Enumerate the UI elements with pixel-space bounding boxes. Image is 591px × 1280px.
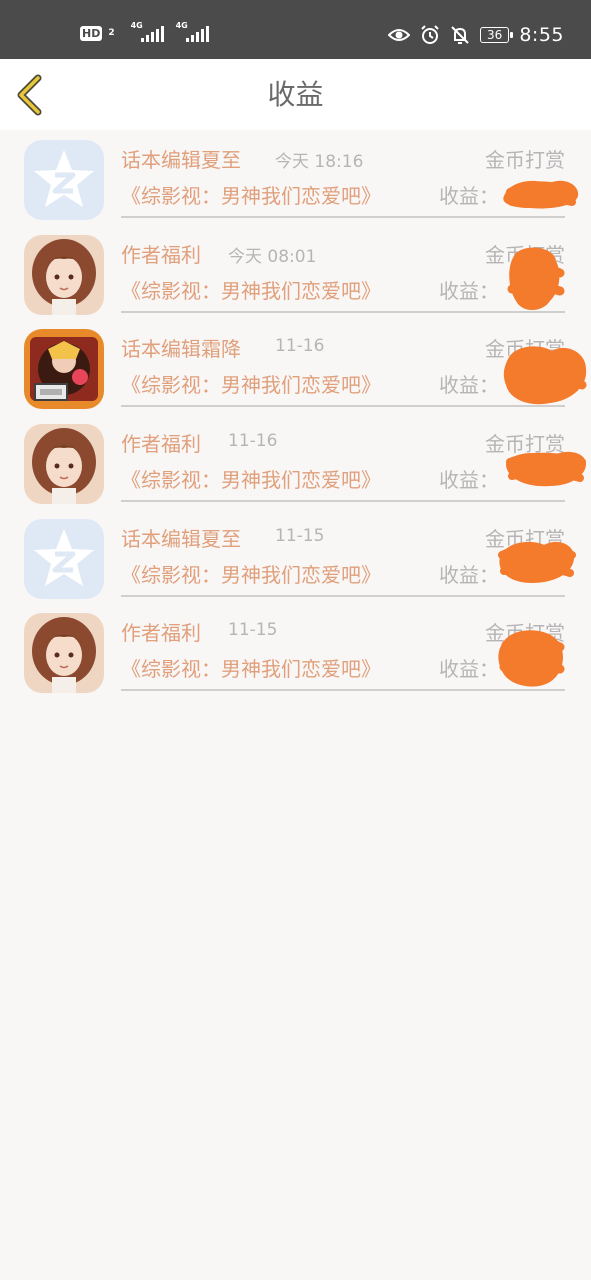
alarm-icon — [421, 25, 439, 44]
redaction-scribble — [498, 541, 576, 583]
row-divider — [121, 405, 565, 408]
row-divider — [121, 594, 565, 597]
hd-voice-sim-number: 2 — [108, 28, 115, 38]
redaction-scribble — [506, 451, 586, 487]
income-record[interactable]: 话本编辑夏至 今天 18:16 金币打赏 《综影视：男神我们恋爱吧》 收益： — [0, 130, 591, 225]
book-title: 《综影视：男神我们恋爱吧》 — [121, 468, 381, 493]
income-record[interactable]: 话本编辑霜降 11-16 金币打赏 《综影视：男神我们恋爱吧》 收益： — [0, 319, 591, 414]
qq-star-avatar — [24, 140, 104, 220]
redaction-scribble — [507, 247, 565, 310]
notifications-muted-icon — [451, 26, 469, 44]
row-divider — [121, 500, 565, 503]
record-time: 今天 18:16 — [275, 152, 364, 172]
record-time: 11-16 — [275, 336, 325, 357]
row-divider — [121, 216, 565, 218]
page-title: 收益 — [267, 78, 324, 111]
income-record[interactable]: 作者福利 今天 08:01 金币打赏 《综影视：男神我们恋爱吧》 收益： — [0, 225, 591, 320]
sender-name: 话本编辑夏至 — [121, 148, 241, 172]
income-record-list: 话本编辑夏至 今天 18:16 金币打赏 《综影视：男神我们恋爱吧》 收益： 作… — [0, 130, 591, 698]
network-indicators: HD 2 4G 4G — [80, 21, 209, 42]
record-time: 今天 08:01 — [228, 246, 317, 267]
income-label: 收益： — [439, 657, 499, 682]
book-title: 《综影视：男神我们恋爱吧》 — [121, 373, 381, 398]
sim1-network-type: 4G — [130, 21, 143, 30]
record-time: 11-15 — [228, 620, 278, 641]
anime-girl-avatar — [24, 234, 104, 315]
hd-voice-icon: HD — [80, 25, 103, 41]
anime-girl-avatar — [24, 424, 104, 505]
editor-shuangjiang-avatar — [24, 329, 104, 410]
book-title: 《综影视：男神我们恋爱吧》 — [121, 562, 381, 587]
book-title: 《综影视：男神我们恋爱吧》 — [121, 657, 381, 682]
anime-girl-avatar — [24, 613, 104, 694]
qq-star-avatar — [24, 518, 104, 599]
eye-icon — [388, 29, 411, 41]
record-time: 11-15 — [275, 525, 325, 546]
sender-name: 作者福利 — [121, 621, 201, 646]
row-divider — [121, 310, 565, 313]
sim2-network-type: 4G — [175, 21, 188, 30]
book-title: 《综影视：男神我们恋爱吧》 — [121, 278, 381, 303]
redaction-scribble — [498, 630, 565, 688]
sender-name: 话本编辑霜降 — [121, 337, 241, 362]
system-indicators: 36 8:55 — [388, 24, 564, 46]
income-label: 收益： — [439, 373, 499, 398]
sender-name: 作者福利 — [121, 432, 201, 457]
income-record[interactable]: 作者福利 11-15 金币打赏 《综影视：男神我们恋爱吧》 收益： — [0, 603, 591, 698]
income-record[interactable]: 作者福利 11-16 金币打赏 《综影视：男神我们恋爱吧》 收益： — [0, 414, 591, 509]
row-divider — [121, 689, 565, 692]
sender-name: 作者福利 — [121, 242, 201, 267]
status-bar: HD 2 4G 4G 36 8:55 — [0, 0, 591, 59]
sim2-signal-icon: 4G — [175, 21, 209, 42]
title-bar: 收益 — [0, 59, 591, 130]
record-time: 11-16 — [228, 431, 278, 452]
book-title: 《综影视：男神我们恋爱吧》 — [121, 184, 381, 208]
income-label: 收益： — [439, 278, 499, 303]
redaction-scribble — [503, 180, 579, 209]
income-label: 收益： — [439, 468, 499, 493]
reward-type: 金币打赏 — [485, 148, 565, 172]
redaction-scribble — [503, 346, 587, 405]
income-label: 收益： — [439, 562, 499, 587]
income-record[interactable]: 话本编辑夏至 11-15 金币打赏 《综影视：男神我们恋爱吧》 收益： — [0, 509, 591, 604]
sender-name: 话本编辑夏至 — [121, 526, 241, 551]
battery-icon: 36 — [480, 27, 514, 43]
sim1-signal-icon: 4G — [130, 21, 164, 42]
status-clock: 8:55 — [519, 24, 564, 46]
